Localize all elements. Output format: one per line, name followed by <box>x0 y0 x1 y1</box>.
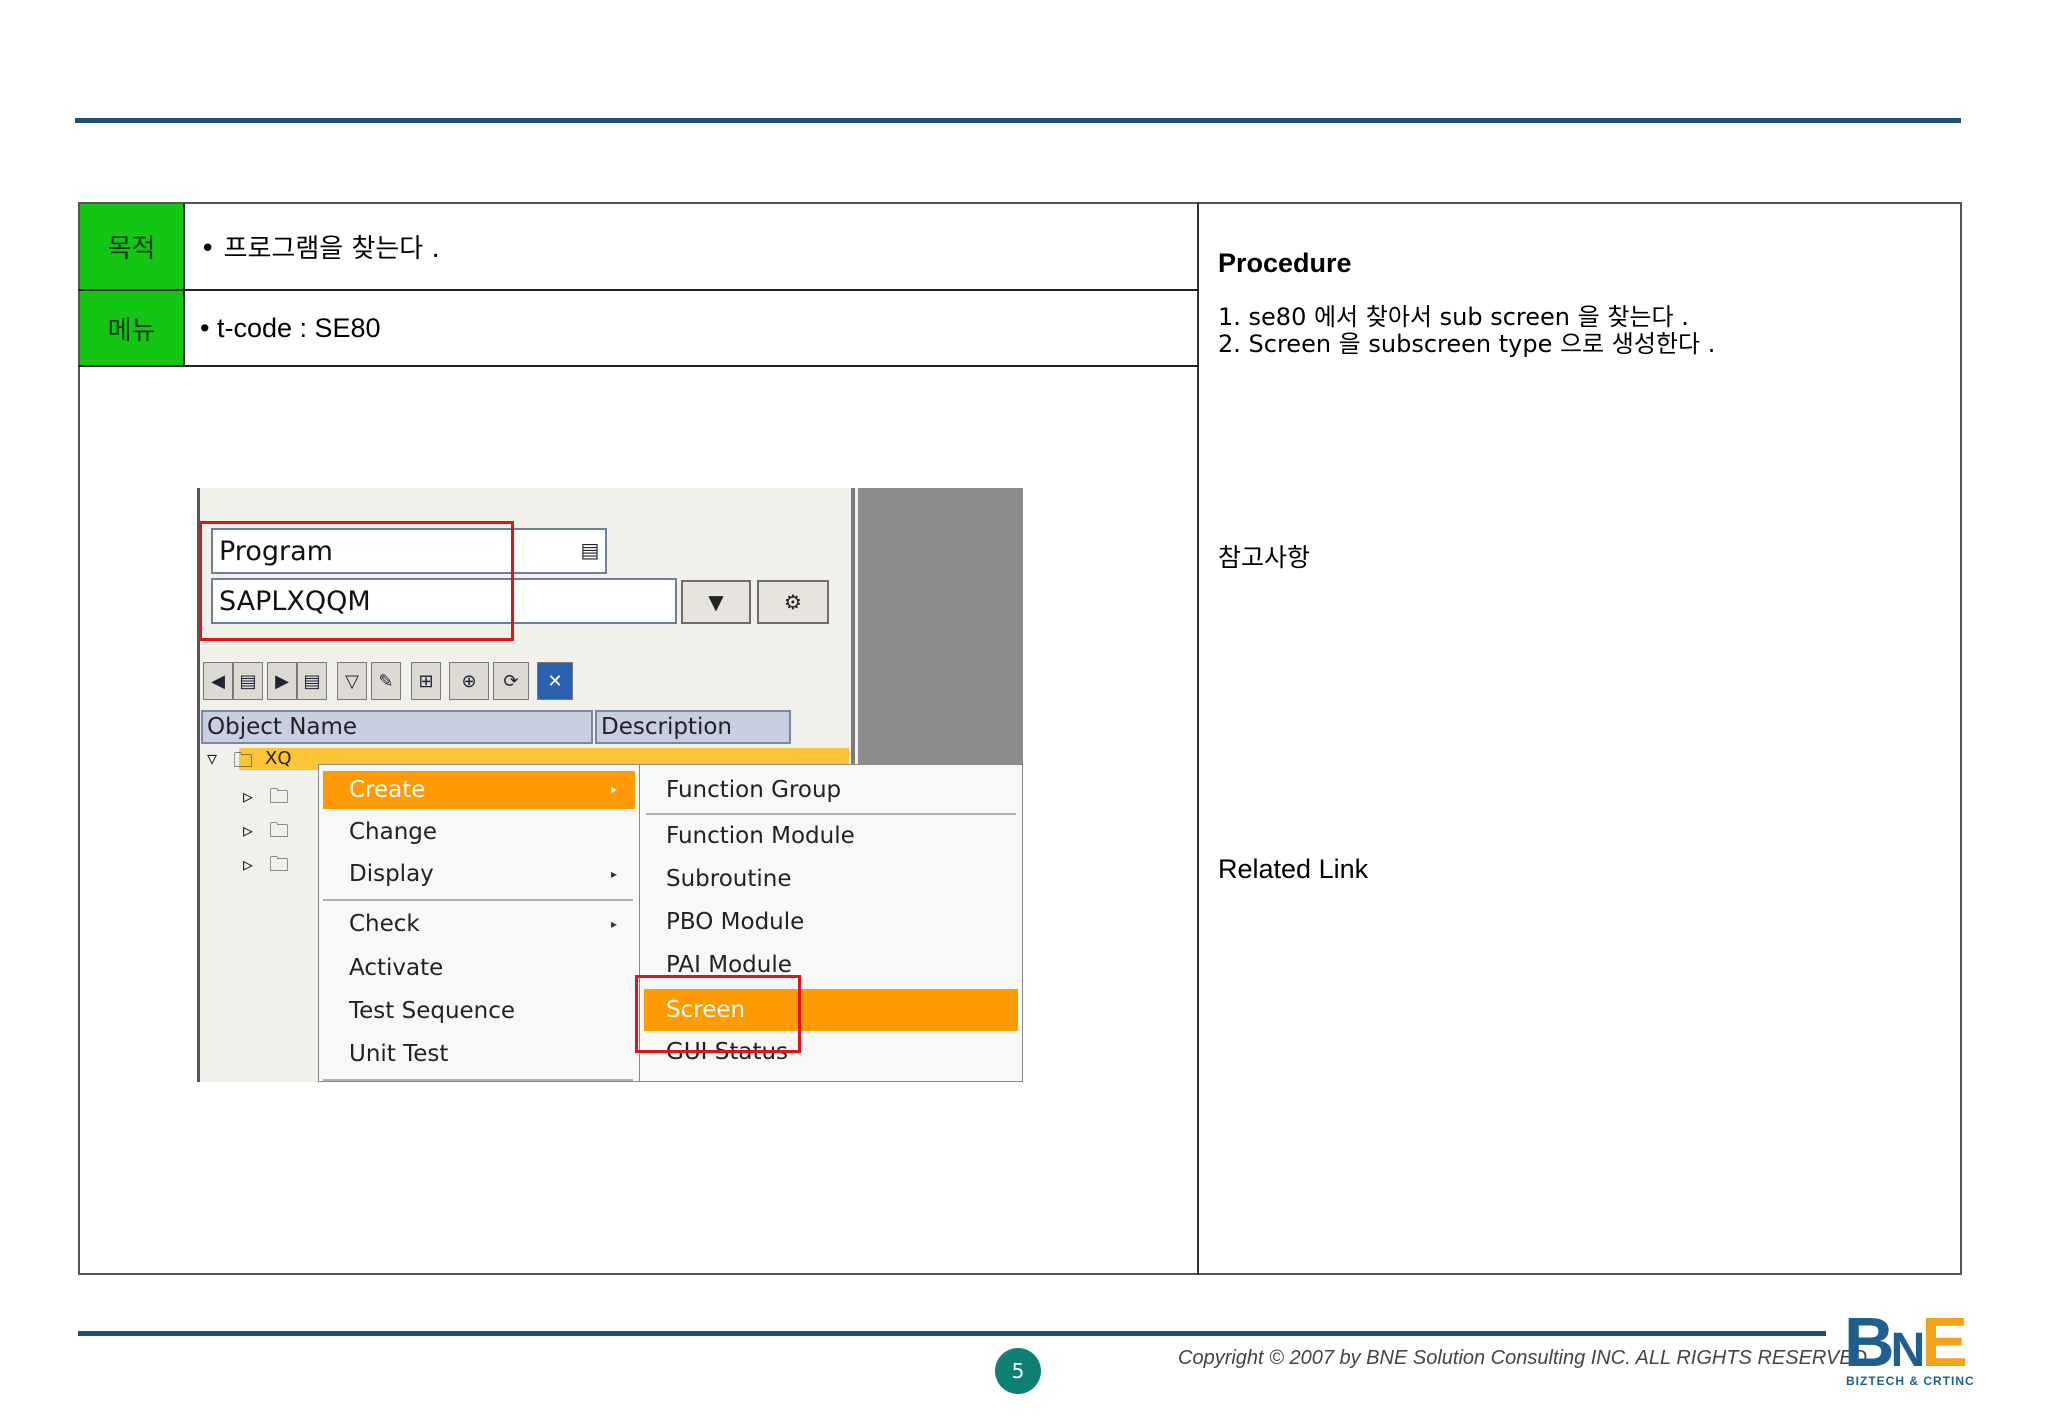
hierarchy-icon[interactable]: ⊞ <box>411 662 441 700</box>
submenu-item-pbo-module[interactable]: PBO Module <box>666 903 804 941</box>
column-header-object-name[interactable]: Object Name <box>201 710 593 744</box>
submenu-arrow-icon: ▸ <box>611 917 618 931</box>
page-number: 5 <box>995 1348 1041 1394</box>
menu-item-change[interactable]: Change <box>349 813 437 851</box>
display-glasses-icon[interactable]: ⚙ <box>757 580 829 624</box>
forward-list-icon[interactable]: ▤ <box>297 662 327 700</box>
label-divider <box>183 204 185 365</box>
back-icon[interactable]: ◀ <box>203 662 233 700</box>
menu-item-display[interactable]: Display <box>349 855 434 893</box>
submenu-item-subroutine[interactable]: Subroutine <box>666 860 792 898</box>
notes-label: 참고사항 <box>1218 543 1311 572</box>
submenu-item-function-module[interactable]: Function Module <box>666 817 855 855</box>
tree-collapsed-icon[interactable]: ▹ <box>243 852 253 876</box>
edit-icon[interactable]: ✎ <box>371 662 401 700</box>
column-header-description[interactable]: Description <box>595 710 791 744</box>
procedure-steps: 1. se80 에서 찾아서 sub screen 을 찾는다 . 2. Scr… <box>1218 304 1715 358</box>
copyright-text: Copyright © 2007 by BNE Solution Consult… <box>1178 1347 1873 1369</box>
menu-separator <box>323 899 633 901</box>
red-callout-box <box>199 521 514 641</box>
tree-node-label[interactable]: XQ <box>265 748 292 769</box>
tree-collapsed-icon[interactable]: ▹ <box>243 784 253 808</box>
new-object-icon[interactable]: ⊕ <box>449 662 489 700</box>
footer-rule <box>78 1331 1826 1336</box>
red-callout-box <box>635 975 801 1053</box>
back-list-icon[interactable]: ▤ <box>233 662 263 700</box>
header-rule <box>75 118 1961 123</box>
procedure-step: 1. se80 에서 찾아서 sub screen 을 찾는다 . <box>1218 303 1689 331</box>
refresh-icon[interactable]: ⟳ <box>493 662 529 700</box>
menu-label: 메뉴 <box>80 291 183 365</box>
forward-icon[interactable]: ▶ <box>267 662 297 700</box>
tree-collapsed-icon[interactable]: ▹ <box>243 818 253 842</box>
menu-item-create[interactable]: Create <box>323 771 635 809</box>
row-divider <box>78 365 1199 367</box>
close-window-icon[interactable]: ✕ <box>537 662 573 700</box>
bne-logo: BNE BIZTECH & CRTINC <box>1844 1306 1994 1391</box>
tree-expand-icon[interactable]: ▿ <box>207 746 217 770</box>
menu-item-check[interactable]: Check <box>349 905 420 943</box>
dropdown-arrow-icon[interactable]: ▼ <box>681 580 751 624</box>
purpose-text: • 프로그램을 찾는다 . <box>200 234 440 264</box>
collapse-icon[interactable]: ▽ <box>337 662 367 700</box>
menu-text: • t-code : SE80 <box>200 312 381 343</box>
menu-item-unit-test[interactable]: Unit Test <box>349 1035 448 1073</box>
dropdown-list-icon[interactable]: ▤ <box>575 532 605 568</box>
submenu-arrow-icon: ▸ <box>611 782 618 796</box>
purpose-label: 목적 <box>80 204 183 289</box>
menu-item-activate[interactable]: Activate <box>349 949 443 987</box>
related-link-label: Related Link <box>1218 854 1369 884</box>
procedure-step: 2. Screen 을 subscreen type 으로 생성한다 . <box>1218 330 1716 358</box>
gray-pane <box>858 488 1023 764</box>
submenu-arrow-icon: ▸ <box>611 867 618 881</box>
menu-item-test-sequence[interactable]: Test Sequence <box>349 992 515 1030</box>
menu-separator <box>646 813 1016 815</box>
folder-icon: 🗀 <box>269 818 289 842</box>
menu-separator <box>323 1079 633 1081</box>
logo-subtitle: BIZTECH & CRTINC <box>1846 1374 1975 1388</box>
folder-icon: 🗀 <box>269 784 289 808</box>
sap-screenshot: Program ▤ SAPLXQQM ▼ ⚙ ◀ ▤ ▶ ▤ ▽ ✎ ⊞ ⊕ ⟳… <box>197 488 1023 1082</box>
column-divider <box>1197 202 1199 1275</box>
folder-icon: 🗀 <box>233 748 253 772</box>
submenu-item-function-group[interactable]: Function Group <box>666 771 841 809</box>
folder-icon: 🗀 <box>269 852 289 876</box>
procedure-heading: Procedure <box>1218 248 1352 278</box>
